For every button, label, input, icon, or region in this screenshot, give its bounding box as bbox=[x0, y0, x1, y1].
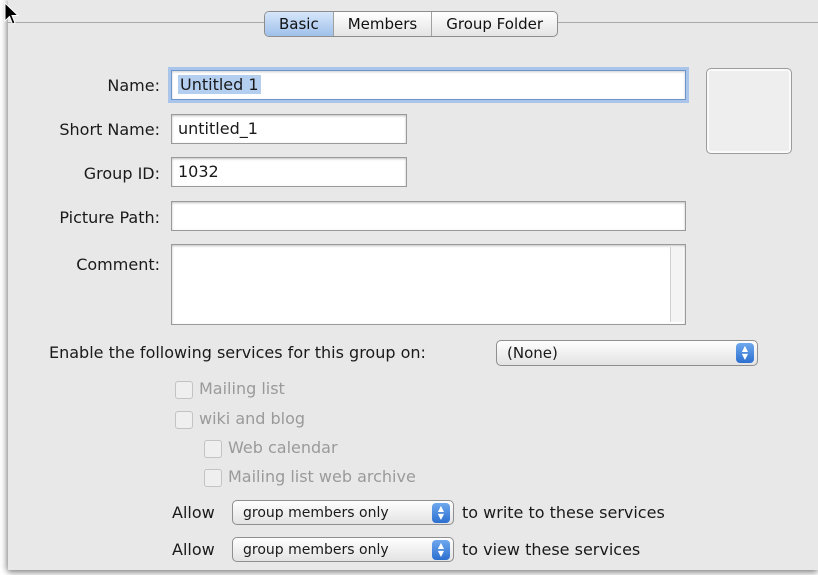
wiki-blog-label: wiki and blog bbox=[199, 409, 306, 428]
view-access-popup[interactable]: group members only ▲ ▼ bbox=[232, 537, 454, 562]
web-calendar-label: Web calendar bbox=[228, 438, 338, 457]
allow-write-label: Allow bbox=[172, 503, 215, 522]
services-server-value: (None) bbox=[507, 344, 558, 362]
web-calendar-checkbox[interactable] bbox=[204, 440, 222, 458]
comment-textarea[interactable] bbox=[171, 244, 686, 325]
allow-view-label: Allow bbox=[172, 540, 215, 559]
group-id-label: Group ID: bbox=[83, 164, 160, 183]
group-id-field[interactable]: 1032 bbox=[171, 157, 407, 187]
wiki-blog-checkbox[interactable] bbox=[175, 411, 193, 429]
tab-basic[interactable]: Basic bbox=[265, 12, 334, 36]
mouse-pointer-icon bbox=[4, 2, 20, 25]
mailing-archive-checkbox[interactable] bbox=[204, 469, 222, 487]
short-name-field[interactable]: untitled_1 bbox=[171, 114, 407, 144]
tab-bar: Basic Members Group Folder bbox=[264, 11, 559, 37]
name-field[interactable]: Untitled 1 bbox=[171, 70, 686, 100]
picture-path-label: Picture Path: bbox=[59, 208, 160, 227]
popup-arrows-icon: ▲ ▼ bbox=[736, 343, 754, 363]
tab-members[interactable]: Members bbox=[334, 12, 433, 36]
comment-scrollbar[interactable] bbox=[670, 247, 683, 322]
services-server-popup[interactable]: (None) ▲ ▼ bbox=[496, 340, 758, 366]
comment-label: Comment: bbox=[76, 255, 160, 274]
write-access-popup[interactable]: group members only ▲ ▼ bbox=[232, 500, 454, 525]
view-services-label: to view these services bbox=[462, 540, 641, 559]
view-access-value: group members only bbox=[243, 542, 389, 558]
popup-arrows-icon: ▲ ▼ bbox=[432, 540, 450, 560]
short-name-label: Short Name: bbox=[59, 120, 160, 139]
mailing-archive-label: Mailing list web archive bbox=[228, 467, 416, 486]
mailing-list-label: Mailing list bbox=[199, 379, 285, 398]
name-label: Name: bbox=[107, 76, 160, 95]
write-access-value: group members only bbox=[243, 505, 389, 521]
picture-path-field[interactable] bbox=[171, 201, 686, 231]
group-picture-well[interactable] bbox=[706, 68, 792, 154]
enable-services-label: Enable the following services for this g… bbox=[49, 343, 426, 362]
write-services-label: to write to these services bbox=[462, 503, 665, 522]
tab-group-folder[interactable]: Group Folder bbox=[432, 12, 557, 36]
name-value: Untitled 1 bbox=[178, 75, 261, 94]
mailing-list-checkbox[interactable] bbox=[175, 381, 193, 399]
popup-arrows-icon: ▲ ▼ bbox=[432, 503, 450, 523]
